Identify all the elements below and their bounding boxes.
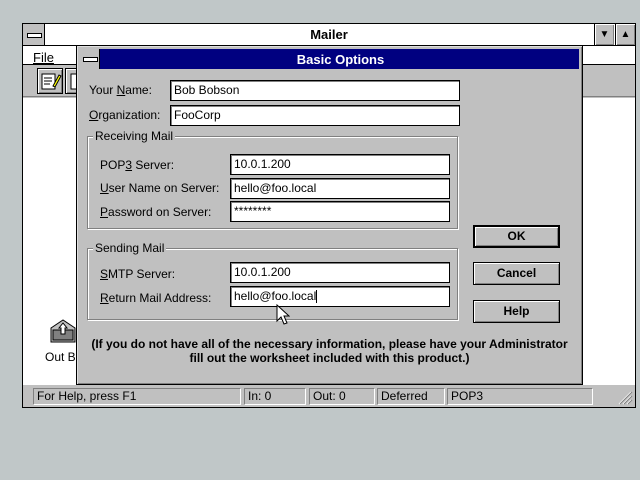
status-out-count: Out: 0 xyxy=(309,388,375,405)
help-button[interactable]: Help xyxy=(473,300,560,323)
outbox-label: Out Br xyxy=(45,350,80,364)
user-name-field[interactable]: hello@foo.local xyxy=(230,178,450,199)
smtp-server-label: SMTP Server: xyxy=(100,267,176,281)
pop3-server-label: POP3 Server: xyxy=(100,158,175,172)
status-in-count: In: 0 xyxy=(244,388,306,405)
maximize-button[interactable]: ▲ xyxy=(615,24,635,45)
your-name-label: Your Name: xyxy=(89,83,152,97)
size-grip[interactable] xyxy=(595,388,633,405)
sending-mail-title: Sending Mail xyxy=(93,241,167,255)
sending-mail-group xyxy=(87,248,458,320)
dialog-title-bar: Basic Options xyxy=(80,49,579,69)
status-protocol: POP3 xyxy=(447,388,593,405)
return-address-field[interactable]: hello@foo.local xyxy=(230,286,450,307)
organization-field[interactable]: FooCorp xyxy=(170,105,460,126)
dialog-title: Basic Options xyxy=(296,52,385,67)
info-note: (If you do not have all of the necessary… xyxy=(91,337,568,365)
maximize-icon: ▲ xyxy=(620,29,631,40)
password-field[interactable]: ******** xyxy=(230,201,450,222)
dialog-system-menu-button[interactable] xyxy=(80,49,100,69)
user-name-label: User Name on Server: xyxy=(100,181,220,195)
mailer-title: Mailer xyxy=(310,27,348,42)
outbox-icon[interactable] xyxy=(47,316,79,346)
status-bar: For Help, press F1 In: 0 Out: 0 Deferred… xyxy=(23,384,635,407)
receiving-mail-title: Receiving Mail xyxy=(93,129,176,143)
return-address-label: Return Mail Address: xyxy=(100,291,212,305)
basic-options-dialog: Basic Options Your Name: Bob Bobson Orga… xyxy=(76,45,583,385)
password-label: Password on Server: xyxy=(100,205,212,219)
cancel-button[interactable]: Cancel xyxy=(473,262,560,285)
smtp-server-field[interactable]: 10.0.1.200 xyxy=(230,262,450,283)
organization-label: Organization: xyxy=(89,108,161,122)
minimize-icon: ▼ xyxy=(599,29,610,40)
size-grip-icon xyxy=(618,391,633,405)
ok-button[interactable]: OK xyxy=(473,225,560,248)
status-deferred: Deferred xyxy=(377,388,445,405)
minimize-button[interactable]: ▼ xyxy=(594,24,614,45)
mouse-pointer-icon xyxy=(276,304,290,325)
compose-button[interactable] xyxy=(37,68,63,94)
your-name-field[interactable]: Bob Bobson xyxy=(170,80,460,101)
status-help: For Help, press F1 xyxy=(33,388,241,405)
text-caret xyxy=(316,290,318,304)
compose-icon xyxy=(41,73,62,90)
system-menu-icon xyxy=(83,57,98,62)
mailer-title-bar: Mailer ▼ ▲ xyxy=(23,24,635,46)
pop3-server-field[interactable]: 10.0.1.200 xyxy=(230,154,450,175)
